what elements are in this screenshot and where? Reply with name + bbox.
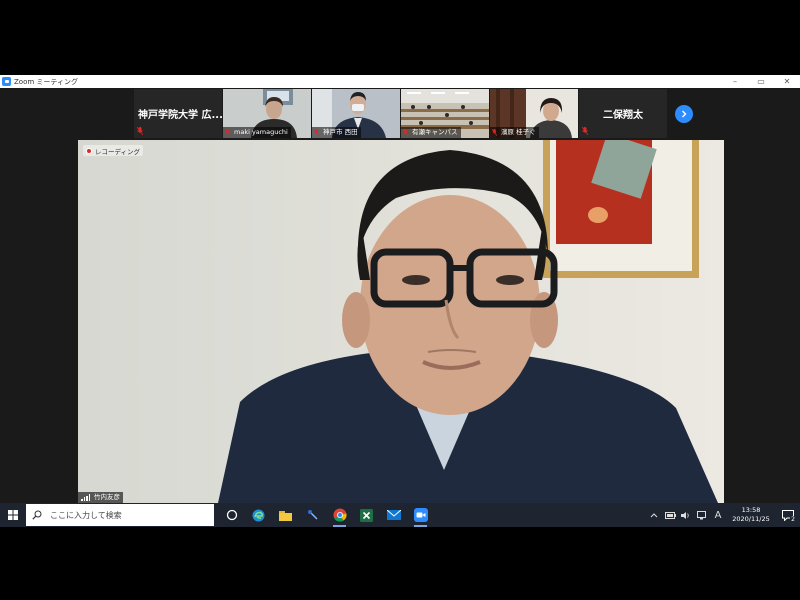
taskbar-search-box[interactable]: ここに入力して検索 <box>26 504 214 526</box>
clock-time: 13:58 <box>741 506 761 514</box>
excel-button[interactable] <box>353 503 380 527</box>
task-view-icon <box>226 509 237 521</box>
battery-icon <box>664 511 676 519</box>
participant-name: 神戸市 西田 <box>323 128 358 136</box>
recording-dot-icon <box>86 147 92 154</box>
folder-icon <box>279 510 292 521</box>
gallery-strip: 神戸学院大学 広... maki yamaguchi 神戸市 西田 有瀬キャンパ… <box>0 88 800 139</box>
windows-logo-icon <box>8 510 18 520</box>
volume-tray-button[interactable] <box>678 503 694 527</box>
zoom-window: Zoom ミーティング – ▭ ✕ 神戸学院大学 広... maki yamag… <box>0 75 800 503</box>
action-center-button[interactable]: 2 <box>776 503 800 527</box>
participant-name: maki yamaguchi <box>234 128 288 136</box>
participant-name: 濱原 桂子ぐ <box>501 128 536 136</box>
participant-tile[interactable]: 有瀬キャンパス <box>401 89 489 138</box>
chevron-right-icon <box>682 110 687 118</box>
chrome-button[interactable] <box>326 503 353 527</box>
recording-label: レコーディング <box>95 147 141 156</box>
battery-tray-button[interactable] <box>662 503 678 527</box>
speaker-name: 竹内友彦 <box>94 493 120 501</box>
network-tray-button[interactable] <box>694 503 710 527</box>
network-icon <box>696 510 706 519</box>
zoom-logo-icon <box>2 77 11 86</box>
start-button[interactable] <box>0 503 26 527</box>
zoom-icon <box>413 508 428 522</box>
participant-name: 神戸学院大学 広... <box>138 110 222 121</box>
active-speaker-video: レコーディング 竹内友彦 <box>78 140 724 503</box>
zoom-taskbar-button[interactable] <box>407 503 434 527</box>
participant-tile[interactable]: 神戸市 西田 <box>312 89 400 138</box>
participant-tile[interactable]: 神戸学院大学 広... <box>134 89 222 138</box>
recording-indicator[interactable]: レコーディング <box>83 145 144 156</box>
muted-mic-icon <box>492 129 497 136</box>
close-button[interactable]: ✕ <box>774 75 800 88</box>
chevron-up-icon <box>650 513 658 518</box>
search-placeholder: ここに入力して検索 <box>50 510 122 520</box>
maximize-button[interactable]: ▭ <box>748 75 774 88</box>
speaker-icon <box>681 511 689 519</box>
excel-icon <box>360 508 373 522</box>
mail-button[interactable] <box>380 503 407 527</box>
ime-indicator[interactable]: A <box>710 503 726 527</box>
window-title: Zoom ミーティング <box>14 77 78 86</box>
show-hidden-icons-button[interactable] <box>646 503 662 527</box>
minimize-button[interactable]: – <box>722 75 748 88</box>
participant-name: 二保翔太 <box>603 110 643 121</box>
taskbar-clock[interactable]: 13:58 2020/11/25 <box>726 506 776 524</box>
edge-button[interactable] <box>245 503 272 527</box>
participant-tile[interactable]: 二保翔太 <box>579 89 667 138</box>
system-tray: A 13:58 2020/11/25 2 <box>646 503 800 527</box>
title-bar: Zoom ミーティング – ▭ ✕ <box>0 75 800 88</box>
speaker-name-label: 竹内友彦 <box>78 492 123 503</box>
notification-count-badge: 2 <box>790 516 796 523</box>
muted-mic-icon <box>314 129 319 136</box>
windows-taskbar: ここに入力して検索 A 13:58 2020/11/25 2 <box>0 503 800 527</box>
mail-icon <box>386 510 401 520</box>
search-icon <box>32 510 42 520</box>
snipping-tool-button[interactable] <box>299 503 326 527</box>
clock-date: 2020/11/25 <box>732 515 770 523</box>
participant-tile[interactable]: 濱原 桂子ぐ <box>490 89 578 138</box>
speaker-video-frame <box>78 140 724 503</box>
signal-strength-icon <box>81 494 91 501</box>
muted-mic-icon <box>137 127 143 135</box>
participant-tile[interactable]: maki yamaguchi <box>223 89 311 138</box>
muted-mic-icon <box>582 127 588 135</box>
task-view-button[interactable] <box>218 503 245 527</box>
edge-icon <box>252 509 265 521</box>
participant-name: 有瀬キャンパス <box>412 128 458 136</box>
next-page-button[interactable] <box>675 105 693 123</box>
muted-mic-icon <box>403 129 408 136</box>
file-explorer-button[interactable] <box>272 503 299 527</box>
snipping-tool-icon <box>307 510 318 520</box>
muted-mic-icon <box>225 129 230 136</box>
chrome-icon <box>333 508 347 522</box>
